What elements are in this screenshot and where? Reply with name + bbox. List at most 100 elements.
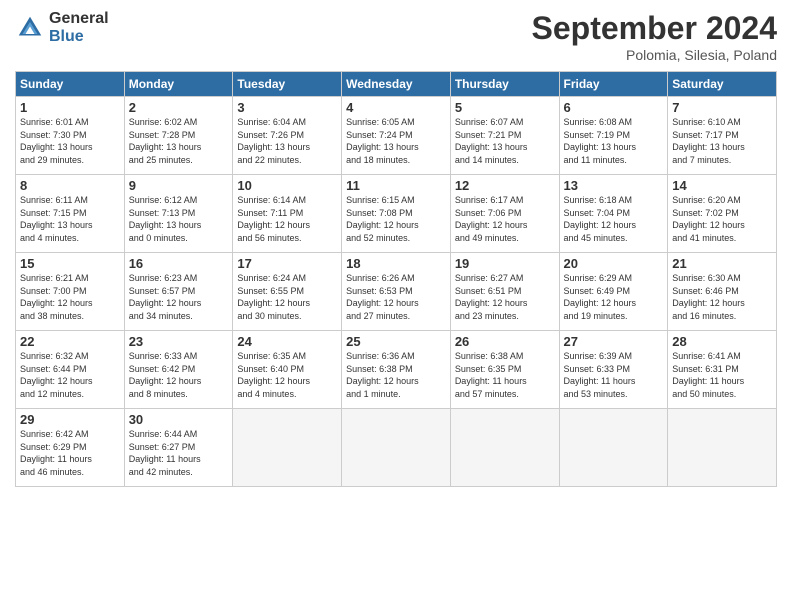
logo-blue: Blue [49, 28, 109, 46]
day-info: Sunrise: 6:04 AM Sunset: 7:26 PM Dayligh… [237, 116, 337, 166]
day-cell: 18Sunrise: 6:26 AM Sunset: 6:53 PM Dayli… [342, 253, 451, 331]
day-number: 30 [129, 412, 229, 427]
day-number: 19 [455, 256, 555, 271]
logo-text: General Blue [49, 10, 109, 45]
calendar-page: General Blue September 2024 Polomia, Sil… [0, 0, 792, 612]
logo-icon [15, 13, 45, 43]
day-number: 4 [346, 100, 446, 115]
header: General Blue September 2024 Polomia, Sil… [15, 10, 777, 63]
day-info: Sunrise: 6:12 AM Sunset: 7:13 PM Dayligh… [129, 194, 229, 244]
day-info: Sunrise: 6:38 AM Sunset: 6:35 PM Dayligh… [455, 350, 555, 400]
month-title: September 2024 [532, 10, 777, 47]
day-info: Sunrise: 6:29 AM Sunset: 6:49 PM Dayligh… [564, 272, 664, 322]
day-number: 27 [564, 334, 664, 349]
day-info: Sunrise: 6:15 AM Sunset: 7:08 PM Dayligh… [346, 194, 446, 244]
day-number: 25 [346, 334, 446, 349]
day-info: Sunrise: 6:07 AM Sunset: 7:21 PM Dayligh… [455, 116, 555, 166]
day-number: 23 [129, 334, 229, 349]
day-cell: 22Sunrise: 6:32 AM Sunset: 6:44 PM Dayli… [16, 331, 125, 409]
day-cell: 29Sunrise: 6:42 AM Sunset: 6:29 PM Dayli… [16, 409, 125, 487]
day-info: Sunrise: 6:35 AM Sunset: 6:40 PM Dayligh… [237, 350, 337, 400]
day-number: 12 [455, 178, 555, 193]
day-info: Sunrise: 6:36 AM Sunset: 6:38 PM Dayligh… [346, 350, 446, 400]
day-number: 22 [20, 334, 120, 349]
logo-general: General [49, 10, 109, 28]
day-info: Sunrise: 6:11 AM Sunset: 7:15 PM Dayligh… [20, 194, 120, 244]
day-cell: 3Sunrise: 6:04 AM Sunset: 7:26 PM Daylig… [233, 97, 342, 175]
day-info: Sunrise: 6:10 AM Sunset: 7:17 PM Dayligh… [672, 116, 772, 166]
day-number: 5 [455, 100, 555, 115]
day-number: 1 [20, 100, 120, 115]
day-number: 7 [672, 100, 772, 115]
day-cell: 15Sunrise: 6:21 AM Sunset: 7:00 PM Dayli… [16, 253, 125, 331]
day-number: 17 [237, 256, 337, 271]
day-info: Sunrise: 6:33 AM Sunset: 6:42 PM Dayligh… [129, 350, 229, 400]
day-cell: 9Sunrise: 6:12 AM Sunset: 7:13 PM Daylig… [124, 175, 233, 253]
week-row-0: 1Sunrise: 6:01 AM Sunset: 7:30 PM Daylig… [16, 97, 777, 175]
day-info: Sunrise: 6:30 AM Sunset: 6:46 PM Dayligh… [672, 272, 772, 322]
day-cell: 6Sunrise: 6:08 AM Sunset: 7:19 PM Daylig… [559, 97, 668, 175]
day-cell: 5Sunrise: 6:07 AM Sunset: 7:21 PM Daylig… [450, 97, 559, 175]
day-cell: 23Sunrise: 6:33 AM Sunset: 6:42 PM Dayli… [124, 331, 233, 409]
day-number: 3 [237, 100, 337, 115]
day-cell: 20Sunrise: 6:29 AM Sunset: 6:49 PM Dayli… [559, 253, 668, 331]
weekday-header-thursday: Thursday [450, 72, 559, 97]
day-cell: 8Sunrise: 6:11 AM Sunset: 7:15 PM Daylig… [16, 175, 125, 253]
day-cell [342, 409, 451, 487]
day-cell [233, 409, 342, 487]
weekday-header-saturday: Saturday [668, 72, 777, 97]
day-number: 10 [237, 178, 337, 193]
day-number: 2 [129, 100, 229, 115]
day-number: 28 [672, 334, 772, 349]
day-cell: 30Sunrise: 6:44 AM Sunset: 6:27 PM Dayli… [124, 409, 233, 487]
weekday-header-row: SundayMondayTuesdayWednesdayThursdayFrid… [16, 72, 777, 97]
day-cell [668, 409, 777, 487]
day-info: Sunrise: 6:26 AM Sunset: 6:53 PM Dayligh… [346, 272, 446, 322]
week-row-4: 29Sunrise: 6:42 AM Sunset: 6:29 PM Dayli… [16, 409, 777, 487]
day-info: Sunrise: 6:39 AM Sunset: 6:33 PM Dayligh… [564, 350, 664, 400]
week-row-2: 15Sunrise: 6:21 AM Sunset: 7:00 PM Dayli… [16, 253, 777, 331]
week-row-3: 22Sunrise: 6:32 AM Sunset: 6:44 PM Dayli… [16, 331, 777, 409]
location: Polomia, Silesia, Poland [532, 47, 777, 63]
day-cell: 11Sunrise: 6:15 AM Sunset: 7:08 PM Dayli… [342, 175, 451, 253]
day-number: 18 [346, 256, 446, 271]
day-number: 15 [20, 256, 120, 271]
day-info: Sunrise: 6:05 AM Sunset: 7:24 PM Dayligh… [346, 116, 446, 166]
day-info: Sunrise: 6:27 AM Sunset: 6:51 PM Dayligh… [455, 272, 555, 322]
day-number: 13 [564, 178, 664, 193]
day-number: 16 [129, 256, 229, 271]
day-info: Sunrise: 6:08 AM Sunset: 7:19 PM Dayligh… [564, 116, 664, 166]
day-cell: 12Sunrise: 6:17 AM Sunset: 7:06 PM Dayli… [450, 175, 559, 253]
day-number: 20 [564, 256, 664, 271]
day-cell: 21Sunrise: 6:30 AM Sunset: 6:46 PM Dayli… [668, 253, 777, 331]
day-number: 21 [672, 256, 772, 271]
day-cell: 28Sunrise: 6:41 AM Sunset: 6:31 PM Dayli… [668, 331, 777, 409]
day-info: Sunrise: 6:01 AM Sunset: 7:30 PM Dayligh… [20, 116, 120, 166]
weekday-header-sunday: Sunday [16, 72, 125, 97]
day-number: 11 [346, 178, 446, 193]
day-cell: 26Sunrise: 6:38 AM Sunset: 6:35 PM Dayli… [450, 331, 559, 409]
weekday-header-monday: Monday [124, 72, 233, 97]
day-cell: 16Sunrise: 6:23 AM Sunset: 6:57 PM Dayli… [124, 253, 233, 331]
day-number: 24 [237, 334, 337, 349]
day-cell: 13Sunrise: 6:18 AM Sunset: 7:04 PM Dayli… [559, 175, 668, 253]
day-number: 6 [564, 100, 664, 115]
day-cell: 4Sunrise: 6:05 AM Sunset: 7:24 PM Daylig… [342, 97, 451, 175]
day-number: 8 [20, 178, 120, 193]
week-row-1: 8Sunrise: 6:11 AM Sunset: 7:15 PM Daylig… [16, 175, 777, 253]
day-cell: 27Sunrise: 6:39 AM Sunset: 6:33 PM Dayli… [559, 331, 668, 409]
day-info: Sunrise: 6:41 AM Sunset: 6:31 PM Dayligh… [672, 350, 772, 400]
day-info: Sunrise: 6:44 AM Sunset: 6:27 PM Dayligh… [129, 428, 229, 478]
day-cell: 14Sunrise: 6:20 AM Sunset: 7:02 PM Dayli… [668, 175, 777, 253]
calendar-table: SundayMondayTuesdayWednesdayThursdayFrid… [15, 71, 777, 487]
day-cell [559, 409, 668, 487]
day-info: Sunrise: 6:32 AM Sunset: 6:44 PM Dayligh… [20, 350, 120, 400]
day-cell: 25Sunrise: 6:36 AM Sunset: 6:38 PM Dayli… [342, 331, 451, 409]
day-info: Sunrise: 6:20 AM Sunset: 7:02 PM Dayligh… [672, 194, 772, 244]
day-info: Sunrise: 6:18 AM Sunset: 7:04 PM Dayligh… [564, 194, 664, 244]
day-cell: 2Sunrise: 6:02 AM Sunset: 7:28 PM Daylig… [124, 97, 233, 175]
day-number: 29 [20, 412, 120, 427]
day-info: Sunrise: 6:17 AM Sunset: 7:06 PM Dayligh… [455, 194, 555, 244]
weekday-header-tuesday: Tuesday [233, 72, 342, 97]
day-info: Sunrise: 6:42 AM Sunset: 6:29 PM Dayligh… [20, 428, 120, 478]
